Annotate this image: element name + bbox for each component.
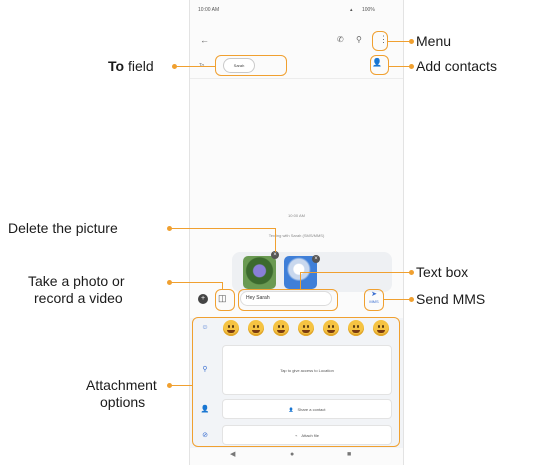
callout-line-to bbox=[175, 66, 215, 67]
send-mms-highlight bbox=[364, 289, 384, 311]
callout-line-textbox bbox=[300, 272, 412, 273]
callout-line-send bbox=[384, 299, 412, 300]
callout-line-attach bbox=[170, 385, 192, 386]
callout-to-rest: field bbox=[124, 58, 154, 74]
add-contacts-highlight bbox=[370, 55, 389, 75]
callout-dot-camera bbox=[167, 280, 172, 285]
callout-take-photo-2: record a video bbox=[34, 290, 123, 306]
callout-delete-picture: Delete the picture bbox=[8, 220, 118, 236]
callout-add-contacts: Add contacts bbox=[416, 58, 497, 74]
callout-text-box: Text box bbox=[416, 264, 469, 280]
thread-info: Texting with Sarah (SMS/MMS) bbox=[268, 233, 325, 238]
text-box-highlight bbox=[238, 289, 338, 311]
callout-to-field: To field bbox=[108, 58, 154, 74]
callout-attachment-2: options bbox=[100, 394, 146, 410]
delete-picture-icon-2[interactable]: × bbox=[312, 255, 320, 263]
nav-home-icon[interactable]: ● bbox=[290, 451, 294, 458]
status-battery: 100% bbox=[362, 7, 375, 13]
nav-bar bbox=[190, 448, 403, 465]
callout-attachment-1: Attachment bbox=[86, 377, 157, 393]
callout-vline-delete bbox=[275, 228, 276, 252]
callout-dot-send bbox=[409, 297, 414, 302]
phone-icon[interactable]: ✆ bbox=[337, 36, 344, 44]
attachment-options-highlight bbox=[192, 317, 400, 447]
callout-dot-menu bbox=[409, 39, 414, 44]
search-icon[interactable]: ⚲ bbox=[356, 36, 362, 44]
delete-picture-icon[interactable]: × bbox=[271, 251, 279, 259]
divider bbox=[190, 78, 403, 79]
callout-line-camera bbox=[170, 282, 222, 283]
callout-dot-to bbox=[172, 64, 177, 69]
callout-take-photo-1: Take a photo or bbox=[28, 273, 125, 289]
status-time: 10:00 AM bbox=[198, 7, 220, 13]
thread-timestamp: 10:00 AM bbox=[288, 213, 305, 218]
to-field-highlight bbox=[215, 55, 287, 76]
nav-recents-icon[interactable]: ■ bbox=[347, 451, 351, 458]
callout-line-delete bbox=[170, 228, 275, 229]
callout-dot-textbox bbox=[409, 270, 414, 275]
callout-menu: Menu bbox=[416, 33, 452, 49]
plus-icon[interactable]: + bbox=[198, 294, 208, 304]
callout-send-mms: Send MMS bbox=[416, 291, 486, 307]
nav-back-icon[interactable]: ◀ bbox=[230, 451, 235, 458]
callout-dot-add bbox=[409, 64, 414, 69]
callout-dot-delete bbox=[167, 226, 172, 231]
menu-highlight bbox=[372, 31, 388, 51]
callout-vline-camera bbox=[222, 282, 223, 290]
signal-icon: ▴ bbox=[350, 7, 353, 13]
camera-highlight bbox=[215, 289, 235, 311]
callout-vline-textbox bbox=[300, 272, 301, 289]
picture-thumbnail-flower[interactable] bbox=[243, 256, 276, 289]
back-arrow-icon[interactable]: ← bbox=[200, 36, 209, 45]
callout-dot-attach bbox=[167, 383, 172, 388]
callout-to-bold: To bbox=[108, 58, 125, 74]
